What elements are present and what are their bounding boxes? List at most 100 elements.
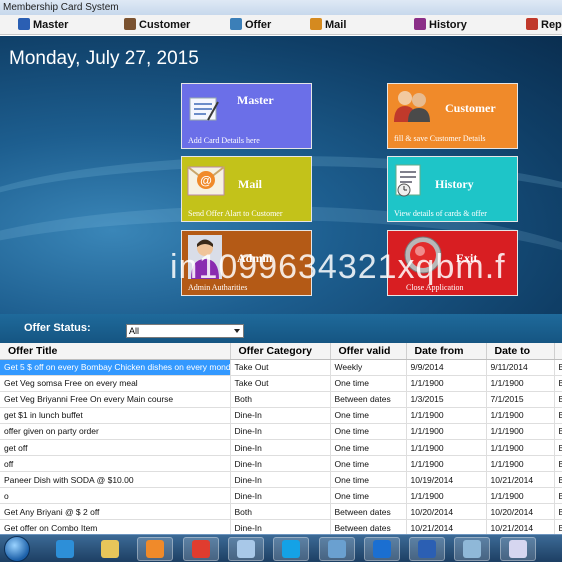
paint-icon — [509, 540, 527, 558]
column-header-offer-category[interactable]: Offer Category — [230, 343, 331, 360]
table-cell: 10/21/2014 — [486, 519, 555, 534]
taskbar-button[interactable] — [228, 537, 264, 561]
table-cell: Between dates — [330, 503, 407, 521]
offer-status-selected: All — [129, 326, 140, 336]
table-cell: B — [554, 359, 562, 376]
table-cell: 10/21/2014 — [406, 519, 487, 534]
table-cell: One time — [330, 487, 407, 505]
customer-icon — [124, 18, 136, 30]
master-tile[interactable]: Master Add Card Details here — [181, 83, 312, 149]
windows-taskbar — [0, 534, 562, 562]
taskbar-button[interactable] — [273, 537, 309, 561]
taskbar-button[interactable] — [319, 537, 355, 561]
offer-status-label: Offer Status: — [24, 322, 91, 334]
table-row[interactable]: Get offer on Combo Item Dine-In Between da… — [0, 519, 562, 534]
column-header-offer-valid[interactable]: Offer valid — [330, 343, 407, 360]
taskbar-button[interactable] — [500, 537, 536, 561]
table-row[interactable]: Paneer Dish with SODA @ $10.00 Dine-In One… — [0, 471, 562, 489]
table-cell: Between dates — [330, 519, 407, 534]
table-row[interactable]: get $1 in lunch buffet Dine-In One time 1/1… — [0, 407, 562, 424]
svg-text:@: @ — [200, 174, 212, 188]
table-cell: B — [554, 391, 562, 408]
column-header-offer-title[interactable]: Offer Title — [0, 343, 231, 360]
table-cell: 1/1/1900 — [486, 407, 555, 424]
table-row[interactable]: offer given on party order Dine-In One tim… — [0, 423, 562, 440]
master-tile-title: Master — [237, 93, 274, 107]
start-button[interactable] — [4, 536, 30, 562]
history-icon — [414, 18, 426, 30]
table-cell: 1/1/1900 — [486, 487, 555, 505]
table-cell: Get 5 $ off on every Bombay Chicken dish… — [0, 359, 231, 376]
table-cell: 1/1/1900 — [486, 455, 555, 473]
column-header-c[interactable]: C — [554, 343, 562, 360]
table-row[interactable]: Get 5 $ off on every Bombay Chicken dish… — [0, 359, 562, 376]
table-cell: 10/19/2014 — [406, 471, 487, 489]
exit-tile[interactable]: Exit Close Application — [387, 230, 518, 296]
taskbar-button[interactable] — [454, 537, 490, 561]
master-icon — [18, 18, 30, 30]
word-icon — [418, 540, 436, 558]
table-cell: 1/1/1900 — [406, 455, 487, 473]
table-cell: B — [554, 455, 562, 473]
taskbar-button[interactable] — [183, 537, 219, 561]
taskbar-button[interactable] — [92, 537, 128, 561]
chevron-down-icon — [234, 329, 240, 333]
table-cell: Get Veg Briyanni Free On every Main cour… — [0, 391, 231, 408]
table-cell: 1/3/2015 — [406, 391, 487, 408]
table-cell: Weekly — [330, 359, 407, 376]
table-cell: Both — [230, 503, 331, 521]
column-header-date-to[interactable]: Date to — [486, 343, 555, 360]
chrome-icon — [192, 540, 210, 558]
table-cell: Dine-In — [230, 439, 331, 457]
taskbar-button[interactable] — [137, 537, 173, 561]
offer-status-dropdown[interactable]: All — [126, 324, 244, 338]
customer-tile[interactable]: Customer fill & save Customer Details — [387, 83, 518, 149]
table-cell: Between dates — [330, 391, 407, 408]
current-date: Monday, July 27, 2015 — [9, 48, 199, 69]
table-cell: By — [554, 423, 562, 440]
table-row[interactable]: Get Veg Briyanni Free On every Main cour… — [0, 391, 562, 408]
exit-tile-subtitle: Close Application — [406, 283, 464, 292]
dashboard-banner: Monday, July 27, 2015 Master Add Card De… — [0, 36, 562, 314]
table-cell: One time — [330, 407, 407, 424]
mail-tile[interactable]: @ Mail Send Offer Alart to Customer — [181, 156, 312, 222]
customer-tile-title: Customer — [445, 101, 496, 115]
table-cell: B — [554, 375, 562, 392]
internet-explorer-icon — [56, 540, 74, 558]
taskbar-button[interactable] — [364, 537, 400, 561]
table-cell: 1/1/1900 — [486, 375, 555, 392]
table-row[interactable]: Get Any Briyani @ $ 2 off Both Between dat… — [0, 503, 562, 521]
table-row[interactable]: oDine-InOne time1/1/19001/1/1900B — [0, 487, 562, 505]
table-cell: get off — [0, 439, 231, 457]
table-row[interactable]: get offDine-InOne time1/1/19001/1/1900B — [0, 439, 562, 457]
mail-tile-subtitle: Send Offer Alart to Customer — [188, 209, 283, 218]
menu-history[interactable]: History — [414, 18, 467, 33]
table-cell: 10/21/2014 — [486, 471, 555, 489]
exit-power-icon — [404, 236, 442, 274]
table-cell: 1/1/1900 — [406, 407, 487, 424]
taskbar-button[interactable] — [409, 537, 445, 561]
skype-icon — [282, 540, 300, 558]
table-row[interactable]: Get Veg somsa Free on every meal Take Out… — [0, 375, 562, 392]
table-cell: 9/9/2014 — [406, 359, 487, 376]
history-tile[interactable]: History View details of cards & offer — [387, 156, 518, 222]
customer-tile-subtitle: fill & save Customer Details — [394, 134, 486, 143]
table-cell: 9/11/2014 — [486, 359, 555, 376]
menu-customer[interactable]: Customer — [124, 18, 190, 33]
table-cell: 10/20/2014 — [406, 503, 487, 521]
menu-master[interactable]: Master — [18, 18, 68, 33]
menu-mail[interactable]: Mail — [310, 18, 346, 33]
offer-status-bar: Offer Status: All — [0, 314, 562, 343]
menu-reports[interactable]: Rep — [526, 18, 562, 33]
admin-tile-title: Admin — [237, 251, 273, 265]
table-cell: One time — [330, 455, 407, 473]
history-document-icon — [395, 164, 421, 197]
admin-tile[interactable]: Admin Admin Autharities — [181, 230, 312, 296]
column-header-date-from[interactable]: Date from — [406, 343, 487, 360]
notepad-icon — [237, 540, 255, 558]
table-cell: Paneer Dish with SODA @ $10.00 — [0, 471, 231, 489]
window-title: Membership Card System — [0, 0, 562, 15]
table-row[interactable]: offDine-InOne time1/1/19001/1/1900B — [0, 455, 562, 473]
menu-offer[interactable]: Offer — [230, 18, 271, 33]
taskbar-button[interactable] — [47, 537, 83, 561]
